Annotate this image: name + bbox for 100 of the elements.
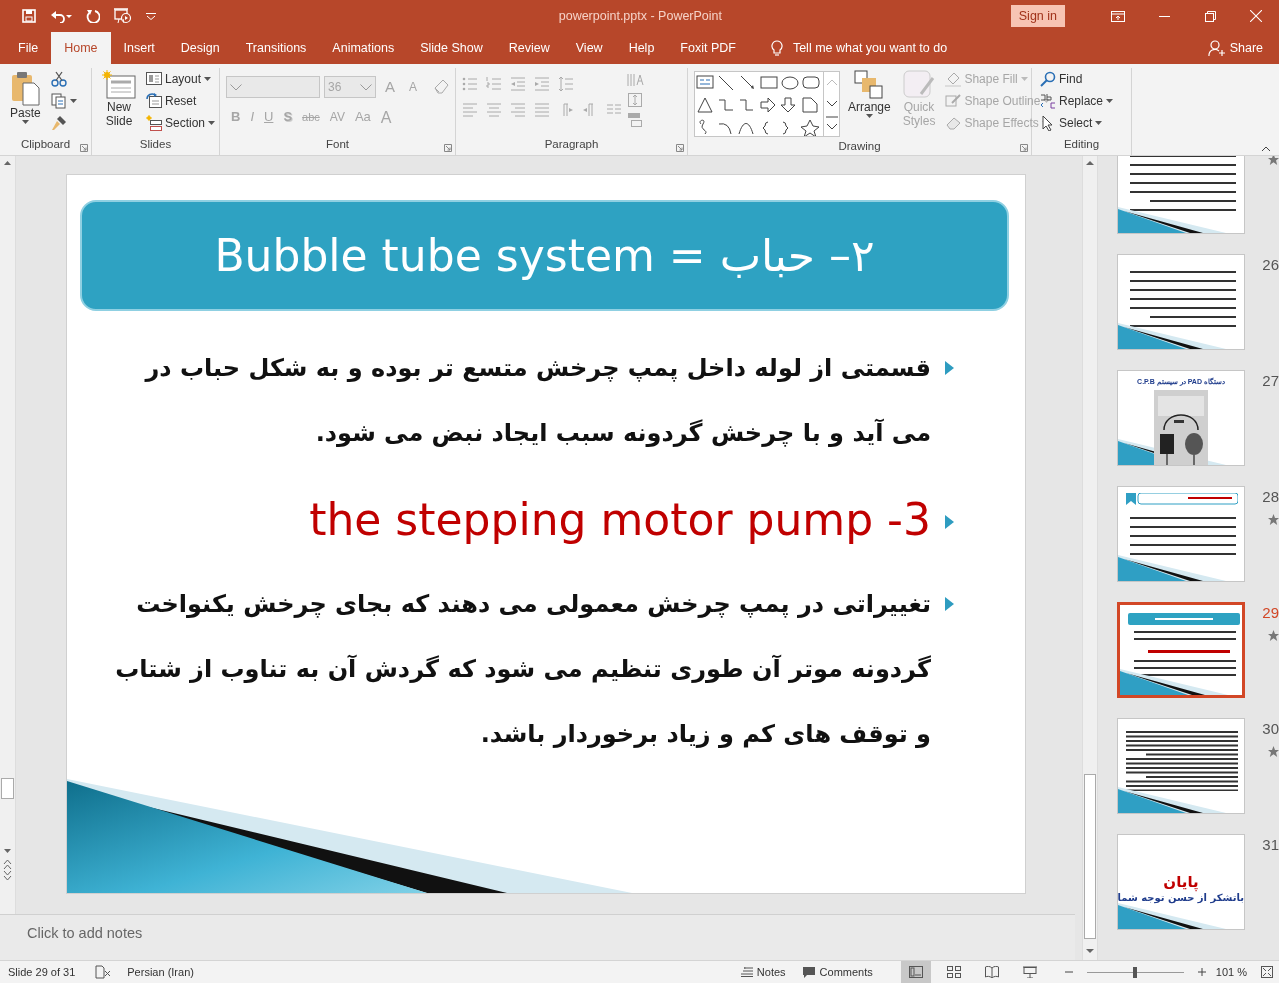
lightbulb-icon — [770, 39, 783, 57]
scrollbar[interactable] — [0, 156, 16, 914]
language-label: Persian (Iran) — [127, 964, 194, 980]
slide-thumbnail[interactable] — [1117, 602, 1245, 698]
notes-field[interactable]: Click to add notes — [0, 914, 1075, 960]
ribbon-tab[interactable]: Slide Show — [407, 32, 496, 64]
slide-heading: the stepping motor pump -3 — [309, 493, 931, 547]
notes-button[interactable]: Notes — [734, 961, 792, 983]
ribbon-tab[interactable]: Insert — [110, 32, 168, 64]
decrease-indent-icon[interactable] — [510, 76, 526, 92]
ribbon-tab[interactable]: File — [5, 32, 52, 64]
slide-sorter-icon — [946, 966, 961, 978]
bullet-text: تغییراتی در پمپ چرخش معمولی می دهند که بجای چرخش یکنواخت گردونه موتر آن طوری تنظیم می شود که گردش آن به تناوب از شتاب و توقف های کم و زیاد برخوردار باشد. — [114, 589, 931, 750]
caret-icon — [146, 12, 156, 20]
slide-thumbnail[interactable] — [1117, 254, 1245, 350]
group-label: Editing — [1062, 137, 1101, 152]
caret-icon — [1043, 99, 1051, 103]
scrollbar[interactable] — [1082, 156, 1098, 960]
slide-menu-button[interactable]: Section — [144, 112, 218, 134]
thumbnail-subtitle: باتشکر از حسن توجه شما — [1118, 891, 1244, 905]
view-button[interactable] — [900, 961, 931, 983]
tell-me-search[interactable]: Tell me what you want to do — [764, 32, 954, 64]
line-spacing-icon[interactable] — [558, 76, 574, 92]
dialog-launcher-icon[interactable] — [80, 144, 88, 152]
comment-icon — [801, 966, 816, 978]
pencil-icon — [945, 93, 962, 109]
dialog-launcher-icon[interactable] — [444, 144, 452, 152]
spelling-icon — [95, 965, 112, 979]
slide-menu-button[interactable]: Reset — [144, 90, 218, 112]
editing-button[interactable]: Select — [1038, 112, 1116, 134]
clear-format-icon[interactable] — [434, 79, 451, 95]
ribbon-tab[interactable]: Design — [167, 32, 233, 64]
ribbon-tab[interactable]: Review — [495, 32, 563, 64]
minus-icon — [1064, 968, 1073, 976]
comments-button[interactable]: Comments — [795, 961, 879, 983]
minimize-icon — [1158, 15, 1170, 17]
slide-thumbnail[interactable] — [1117, 718, 1245, 814]
copy-icon — [50, 93, 67, 109]
dialog-launcher-icon[interactable] — [1020, 144, 1028, 152]
window-title: powerpoint.pptx - PowerPoint — [557, 7, 723, 25]
quick-styles-icon — [903, 70, 936, 100]
slide-menu-button[interactable]: Layout — [144, 68, 218, 90]
font-name-field[interactable] — [226, 76, 320, 98]
normal-view-icon — [908, 966, 923, 978]
slide-show-icon — [1022, 966, 1037, 978]
bullet-icon — [943, 514, 955, 530]
scrollbar-thumb[interactable] — [1, 778, 14, 799]
sign-in-button[interactable]: Sign in — [1010, 4, 1065, 28]
paste-icon — [10, 70, 41, 106]
caret-icon — [865, 114, 873, 119]
ribbon-tab[interactable]: Transitions — [232, 32, 320, 64]
increase-indent-icon[interactable] — [534, 76, 550, 92]
new-slide-button[interactable]: New Slide — [98, 68, 140, 135]
slide-thumbnail[interactable]: پایان باتشکر از حسن توجه شما — [1117, 834, 1245, 930]
collapse-ribbon-icon[interactable] — [1261, 146, 1271, 152]
slide-thumbnail[interactable] — [1117, 156, 1245, 234]
present-button[interactable] — [112, 6, 134, 26]
ribbon-tab[interactable]: Animations — [319, 32, 408, 64]
replace-icon — [1040, 93, 1056, 109]
section-icon — [146, 115, 162, 131]
group-label: Clipboard — [19, 137, 72, 152]
scrollbar-thumb[interactable] — [1084, 774, 1096, 939]
notes-icon — [740, 967, 753, 977]
slide-thumbnail[interactable] — [1117, 486, 1245, 582]
caret-icon — [204, 77, 212, 81]
paste-button[interactable]: Paste — [6, 68, 45, 135]
dialog-launcher-icon[interactable] — [676, 144, 684, 152]
ribbon-tab[interactable]: View — [562, 32, 616, 64]
slide-number: 31 — [1262, 835, 1279, 855]
slide-number: 29 — [1262, 603, 1279, 623]
slide-number: 27 — [1262, 371, 1279, 391]
customize-button[interactable] — [144, 10, 158, 22]
text-direction-icon[interactable] — [626, 72, 646, 88]
ribbon-tab[interactable]: Help — [615, 32, 668, 64]
redo-button[interactable] — [84, 7, 102, 25]
ribbon-tab[interactable]: Home — [51, 32, 111, 64]
paintbrush-icon — [50, 115, 67, 131]
zoom-level: 101 % — [1215, 964, 1247, 980]
bullet-icon — [943, 596, 955, 612]
redo-icon — [86, 9, 100, 23]
save-icon — [22, 9, 36, 23]
paint-bucket-icon — [945, 71, 962, 87]
new-slide-icon — [102, 70, 136, 100]
ribbon-tab[interactable]: Foxit PDF — [667, 32, 749, 64]
share-button[interactable]: Share — [1201, 32, 1279, 64]
chevron-icon — [360, 83, 372, 91]
arrange-button[interactable]: Arrange — [844, 68, 895, 137]
caret-icon — [69, 99, 77, 103]
slide-number: 26 — [1262, 255, 1279, 275]
slide-counter: Slide 29 of 31 — [7, 964, 76, 980]
caret-icon — [1020, 77, 1028, 81]
close-icon — [1250, 10, 1262, 22]
arrange-icon — [854, 70, 885, 100]
save-button[interactable] — [20, 7, 38, 25]
zoom-slider-thumb[interactable] — [1133, 966, 1138, 978]
caret-icon — [208, 121, 216, 125]
scissors-icon — [50, 71, 67, 87]
search-icon — [1040, 71, 1056, 87]
undo-icon — [50, 9, 72, 23]
copy-button[interactable] — [48, 90, 79, 112]
